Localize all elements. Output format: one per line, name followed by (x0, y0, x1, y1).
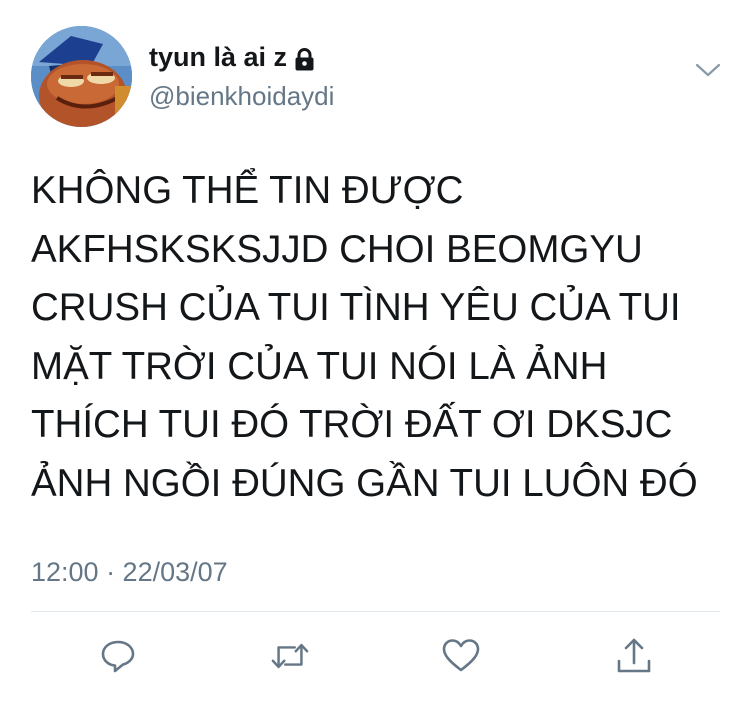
tweet-timestamp[interactable]: 12:00 · 22/03/07 (31, 556, 228, 588)
avatar-image (31, 26, 132, 127)
user-name-row[interactable]: tyun là ai z (149, 41, 315, 73)
tweet-text: KHÔNG THỂ TIN ĐƯỢC AKFHSKSKSJJD CHOI BEO… (31, 169, 698, 505)
retweet-icon (271, 643, 309, 669)
lock-icon (294, 46, 315, 70)
chevron-down-icon[interactable] (695, 61, 721, 79)
display-name[interactable]: tyun là ai z (149, 41, 287, 73)
share-button[interactable] (614, 636, 654, 676)
avatar[interactable] (31, 26, 132, 127)
reply-button[interactable] (98, 636, 138, 676)
divider (31, 611, 720, 612)
like-button[interactable] (441, 636, 481, 676)
retweet-button[interactable] (270, 636, 310, 676)
user-handle[interactable]: @bienkhoidaydi (149, 80, 334, 112)
reply-icon (101, 640, 135, 673)
heart-icon (442, 639, 480, 672)
share-icon (617, 638, 651, 673)
